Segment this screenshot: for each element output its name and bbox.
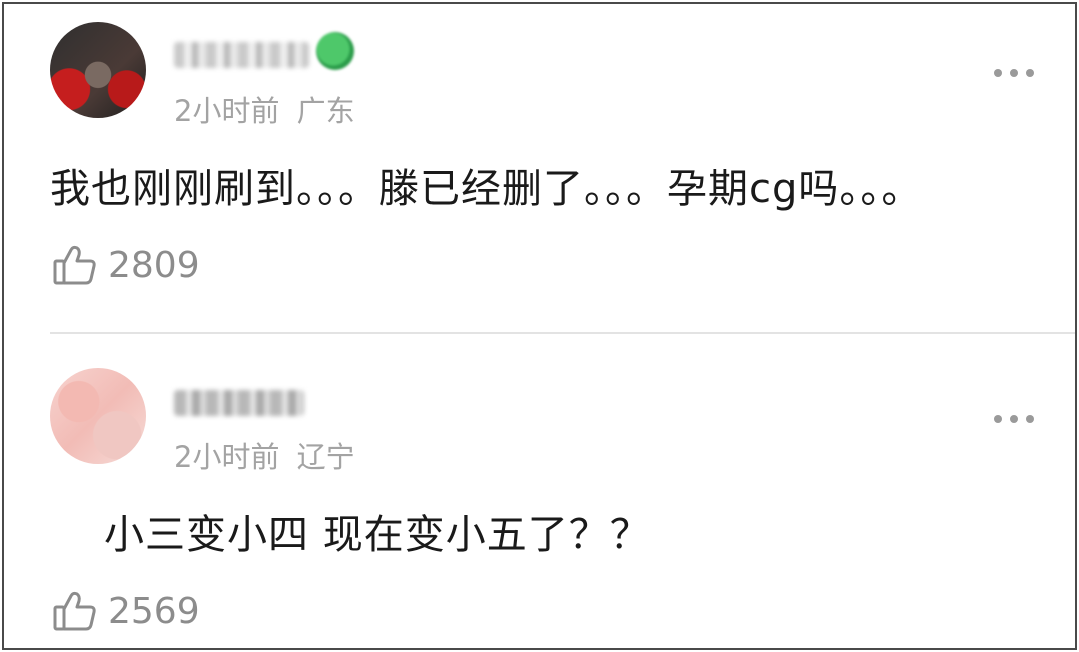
divider	[50, 332, 1075, 334]
comment-time: 2小时前	[174, 94, 280, 128]
like-count: 2809	[108, 244, 200, 286]
more-dots-icon[interactable]	[994, 414, 1034, 424]
username-blurred[interactable]	[174, 390, 304, 416]
user-badge-icon	[316, 32, 354, 70]
username-blurred[interactable]	[174, 42, 309, 68]
comment-meta: 2小时前 辽宁	[174, 434, 355, 476]
comment-location: 辽宁	[296, 440, 355, 474]
comment-text: 小三变小四 现在变小五了？？	[104, 512, 651, 558]
thumbs-up-icon	[52, 242, 98, 288]
comment-location: 广东	[296, 94, 355, 128]
like-button[interactable]: 2569	[52, 588, 200, 634]
more-dots-icon[interactable]	[994, 68, 1034, 78]
comment-list: 2小时前 广东 我也刚刚刷到。。。滕已经删了。。。孕期cg吗。。。 2809 2…	[2, 2, 1077, 650]
like-count: 2569	[108, 590, 200, 632]
like-button[interactable]: 2809	[52, 242, 200, 288]
avatar[interactable]	[50, 22, 146, 118]
thumbs-up-icon	[52, 588, 98, 634]
avatar[interactable]	[50, 368, 146, 464]
comment-text: 我也刚刚刷到。。。滕已经删了。。。孕期cg吗。。。	[50, 166, 923, 212]
comment-time: 2小时前	[174, 440, 280, 474]
comment-meta: 2小时前 广东	[174, 88, 355, 130]
